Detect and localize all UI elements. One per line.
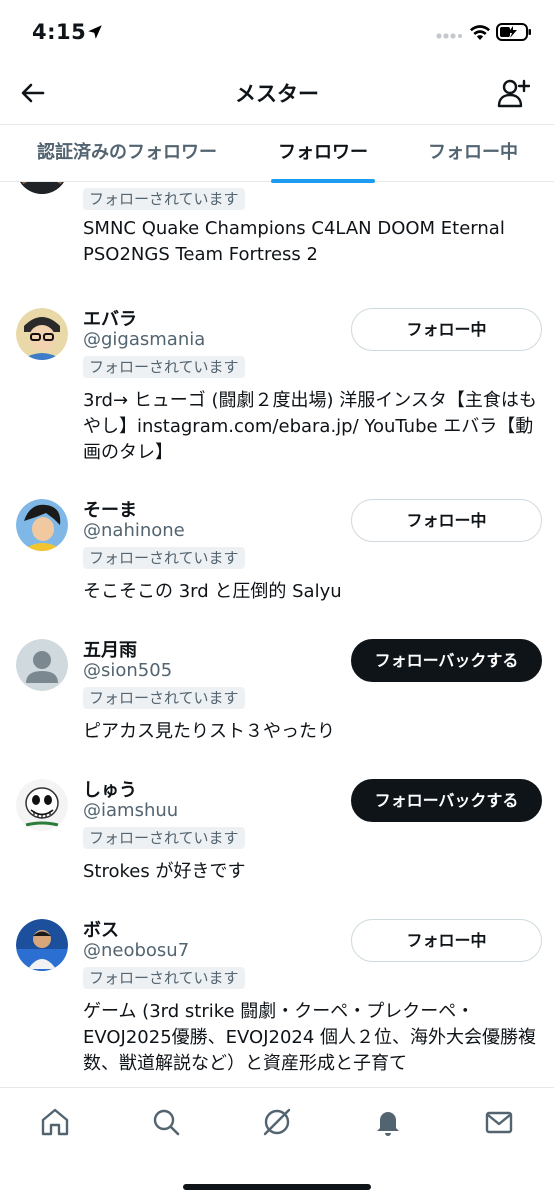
wifi-icon: [470, 25, 490, 40]
user-name: 五月雨: [83, 640, 137, 661]
avatar[interactable]: [16, 182, 68, 194]
avatar[interactable]: [16, 639, 68, 691]
nav-header: メスター: [0, 66, 554, 124]
user-bio: ゲーム (3rd strike 闘劇・クーペ・プレクーペ・EVOJ2025優勝、…: [83, 1001, 537, 1074]
avatar[interactable]: [16, 308, 68, 360]
user-bio: ピアカス見たりスト３やったり: [83, 721, 335, 742]
user-bio: Strokes が好きです: [83, 861, 246, 882]
battery-charging-icon: [496, 23, 531, 41]
tab-following[interactable]: フォロー中: [408, 125, 538, 182]
following-button[interactable]: フォロー中: [351, 308, 542, 351]
add-user-icon[interactable]: [496, 76, 530, 110]
user-name: しゅう: [83, 780, 137, 801]
status-time: 4:15: [32, 20, 87, 44]
follow-back-button[interactable]: フォローバックする: [351, 779, 542, 822]
follower-list[interactable]: フォローされています SMNC Quake Champions C4LAN DO…: [0, 182, 554, 1086]
home-icon[interactable]: [39, 1106, 71, 1138]
user-name: エバラ: [83, 309, 137, 330]
tab-verified-followers[interactable]: 認証済みのフォロワー: [18, 125, 236, 182]
follows-you-badge: フォローされています: [83, 356, 245, 378]
grok-icon[interactable]: [261, 1106, 293, 1138]
tab-bar: 認証済みのフォロワー フォロワー フォロー中: [0, 124, 554, 183]
status-bar: 4:15: [0, 0, 554, 66]
tab-followers[interactable]: フォロワー: [258, 125, 388, 182]
follows-you-badge: フォローされています: [83, 547, 245, 569]
avatar[interactable]: [16, 499, 68, 551]
following-button[interactable]: フォロー中: [351, 919, 542, 962]
follow-back-button[interactable]: フォローバックする: [351, 639, 542, 682]
messages-icon[interactable]: [483, 1106, 515, 1138]
page-title: メスター: [235, 82, 319, 106]
user-handle: @iamshuu: [83, 800, 179, 821]
user-bio: SMNC Quake Champions C4LAN DOOM Eternal …: [83, 218, 505, 265]
user-name: そーま: [83, 500, 137, 521]
notifications-icon[interactable]: [372, 1106, 404, 1138]
user-handle: @nahinone: [83, 520, 185, 541]
user-bio: 3rd→ ヒューゴ (闘劇２度出場) 洋服インスタ【主食はもやし】instagr…: [83, 390, 537, 463]
cellular-signal-icon: [436, 33, 462, 39]
avatar[interactable]: [16, 779, 68, 831]
location-arrow-icon: [88, 25, 102, 39]
follows-you-badge: フォローされています: [83, 687, 245, 709]
user-handle: @neobosu7: [83, 940, 190, 961]
user-handle: @gigasmania: [83, 329, 206, 350]
follows-you-badge: フォローされています: [83, 827, 245, 849]
user-handle: @sion505: [83, 660, 173, 681]
avatar[interactable]: [16, 919, 68, 971]
following-button[interactable]: フォロー中: [351, 499, 542, 542]
home-indicator: [183, 1184, 371, 1190]
follows-you-badge: フォローされています: [83, 188, 245, 210]
search-icon[interactable]: [150, 1106, 182, 1138]
follows-you-badge: フォローされています: [83, 967, 245, 989]
user-name: ボス: [83, 920, 119, 941]
user-bio: そこそこの 3rd と圧倒的 Salyu: [83, 581, 342, 602]
